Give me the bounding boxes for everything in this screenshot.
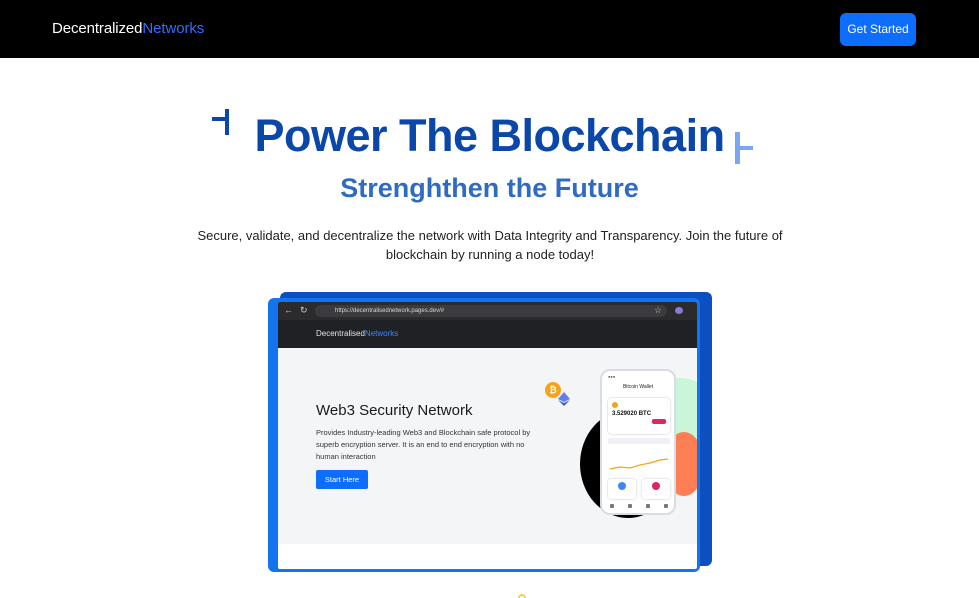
ethereum-icon: [558, 392, 570, 406]
preview-site-heading: Web3 Security Network: [316, 402, 473, 419]
brand-logo[interactable]: DecentralizedNetworks: [52, 20, 204, 37]
corner-bracket-right-decoration: [735, 132, 753, 164]
preview-start-button: Start Here: [316, 470, 368, 489]
wallet-balance-card: 3.529020 BTC: [608, 398, 670, 434]
preview-site-paragraph: Provides Industry-leading Web3 and Block…: [316, 428, 531, 461]
get-started-button[interactable]: Get Started: [840, 13, 916, 46]
price-line-chart: [609, 458, 669, 470]
phone-tab-bar: [608, 504, 670, 510]
phone-wallet-title: Bitcoin Wallet: [622, 384, 654, 390]
btc-coin-icon: [612, 402, 618, 408]
scroll-indicator-icon: [518, 594, 526, 598]
reload-icon: ↻: [300, 305, 308, 315]
send-tile: [608, 479, 636, 499]
brand-accent: Networks: [142, 20, 205, 37]
bookmark-star-icon: ☆: [654, 305, 663, 315]
range-tabs: [608, 438, 670, 444]
phone-status-bar: ●●●: [608, 374, 616, 379]
browser-toolbar: ← ↻ https://decentralisednetwork.pages.d…: [278, 302, 697, 320]
wallet-phone-mockup: ●●● Bitcoin Wallet 3.529020 BTC: [600, 369, 676, 515]
back-arrow-icon: ←: [284, 305, 293, 315]
wallet-balance: 3.529020 BTC: [612, 411, 652, 417]
receive-tile: [642, 479, 670, 499]
address-url: https://decentralisednetwork.pages.dev/#: [335, 308, 445, 314]
hero-description: Secure, validate, and decentralize the n…: [197, 228, 783, 262]
hero-subtitle: Strenghthen the Future: [340, 173, 639, 203]
top-navbar: DecentralizedNetworks Get Started: [0, 0, 979, 58]
hero-title: Power The Blockchain: [254, 110, 725, 161]
change-badge: [652, 419, 666, 424]
preview-screenshot: ← ↻ https://decentralisednetwork.pages.d…: [278, 302, 697, 569]
preview-site-brand: DecentralisedNetworks: [316, 329, 399, 338]
brand-primary: Decentralized: [52, 20, 143, 37]
extension-icon: [675, 307, 683, 314]
